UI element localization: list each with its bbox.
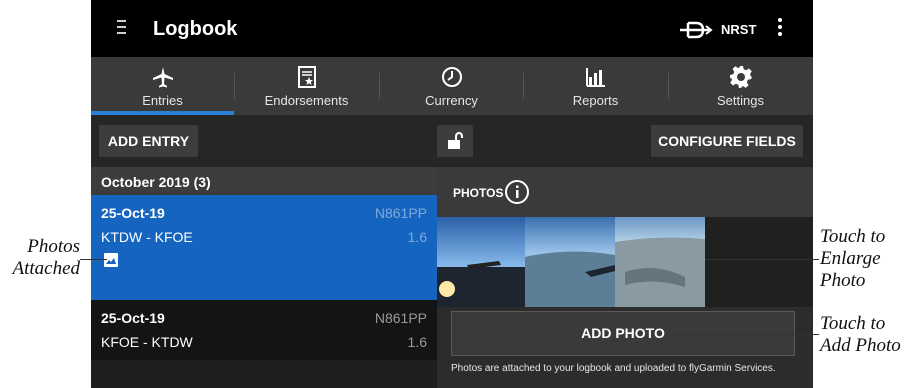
list-item[interactable]: 25-Oct-19 N861PP KFOE - KTDW 1.6: [91, 300, 437, 360]
logbook-screen: Logbook NRST Entries Endorsements Curren…: [91, 0, 813, 388]
configure-fields-button[interactable]: CONFIGURE FIELDS: [651, 125, 803, 157]
callout-text: Touch to: [820, 313, 886, 334]
section-header: October 2019 (3): [91, 167, 437, 195]
photo-thumbnail[interactable]: [615, 217, 705, 307]
add-photo-callout: Touch to Add Photo: [820, 313, 918, 357]
info-icon[interactable]: [504, 179, 530, 205]
tab-label: Reports: [572, 93, 619, 108]
gear-icon: [729, 66, 752, 88]
entry-route: KTDW - KFOE: [101, 229, 193, 245]
lock-button[interactable]: [437, 125, 473, 157]
section-header-label: October 2019 (3): [101, 174, 211, 190]
entry-time: 1.6: [407, 229, 427, 245]
list-item[interactable]: [91, 360, 437, 388]
tab-endorsements[interactable]: Endorsements: [235, 57, 378, 115]
tab-label: Currency: [425, 93, 478, 108]
entry-tail-number: N861PP: [374, 205, 427, 221]
photos-note: Photos are attached to your logbook and …: [451, 363, 776, 374]
document-star-icon: [297, 66, 316, 88]
callout-text: Add Photo: [820, 335, 901, 356]
callout-text: Photos: [27, 236, 80, 257]
page-title: Logbook: [153, 18, 238, 40]
entry-time: 1.6: [407, 334, 427, 350]
photo-strip: [437, 217, 813, 307]
tab-entries[interactable]: Entries: [91, 57, 234, 115]
entry-date: 25-Oct-19: [101, 310, 165, 326]
callout-text: Touch to: [820, 226, 886, 247]
tab-label: Entries: [142, 93, 183, 108]
tab-settings[interactable]: Settings: [669, 57, 812, 115]
overflow-menu-icon[interactable]: [777, 18, 783, 38]
photo-thumbnail[interactable]: [437, 217, 525, 307]
tab-bar: Entries Endorsements Currency Reports Se…: [91, 57, 813, 115]
tab-reports[interactable]: Reports: [524, 57, 667, 115]
photos-panel: PHOTOS ADD PHOTO Photos are attached to …: [437, 167, 813, 388]
photo-thumbnail[interactable]: [525, 217, 615, 307]
direct-to-icon[interactable]: [679, 20, 713, 46]
nrst-button[interactable]: NRST: [721, 22, 756, 37]
photo-attached-icon: [104, 253, 118, 267]
title-bar: Logbook NRST: [91, 0, 813, 57]
add-entry-button[interactable]: ADD ENTRY: [99, 125, 198, 157]
callout-text: Attached: [12, 258, 80, 279]
toolbar: ADD ENTRY CONFIGURE FIELDS: [91, 115, 813, 167]
enlarge-photo-callout: Touch to Enlarge Photo: [820, 226, 918, 292]
callout-line: [80, 259, 107, 260]
clock-icon: [441, 67, 462, 87]
unlock-icon: [448, 131, 463, 149]
entry-date: 25-Oct-19: [101, 205, 165, 221]
list-item-selected[interactable]: 25-Oct-19 N861PP KTDW - KFOE 1.6: [91, 195, 437, 300]
airplane-icon: [152, 67, 173, 88]
callout-line: [674, 334, 819, 335]
tab-label: Endorsements: [264, 93, 349, 108]
tab-currency[interactable]: Currency: [380, 57, 523, 115]
photos-header: PHOTOS: [437, 167, 813, 217]
callout-line: [705, 259, 819, 260]
photos-attached-callout: Photos Attached: [0, 236, 80, 280]
entry-tail-number: N861PP: [374, 310, 427, 326]
entry-route: KFOE - KTDW: [101, 334, 193, 350]
entries-list: October 2019 (3) 25-Oct-19 N861PP KTDW -…: [91, 167, 437, 388]
photos-title: PHOTOS: [453, 186, 504, 200]
menu-icon[interactable]: [117, 20, 131, 36]
bar-chart-icon: [585, 68, 605, 87]
callout-text: Photo: [820, 270, 866, 291]
callout-text: Enlarge: [820, 248, 881, 269]
tab-label: Settings: [717, 93, 764, 108]
